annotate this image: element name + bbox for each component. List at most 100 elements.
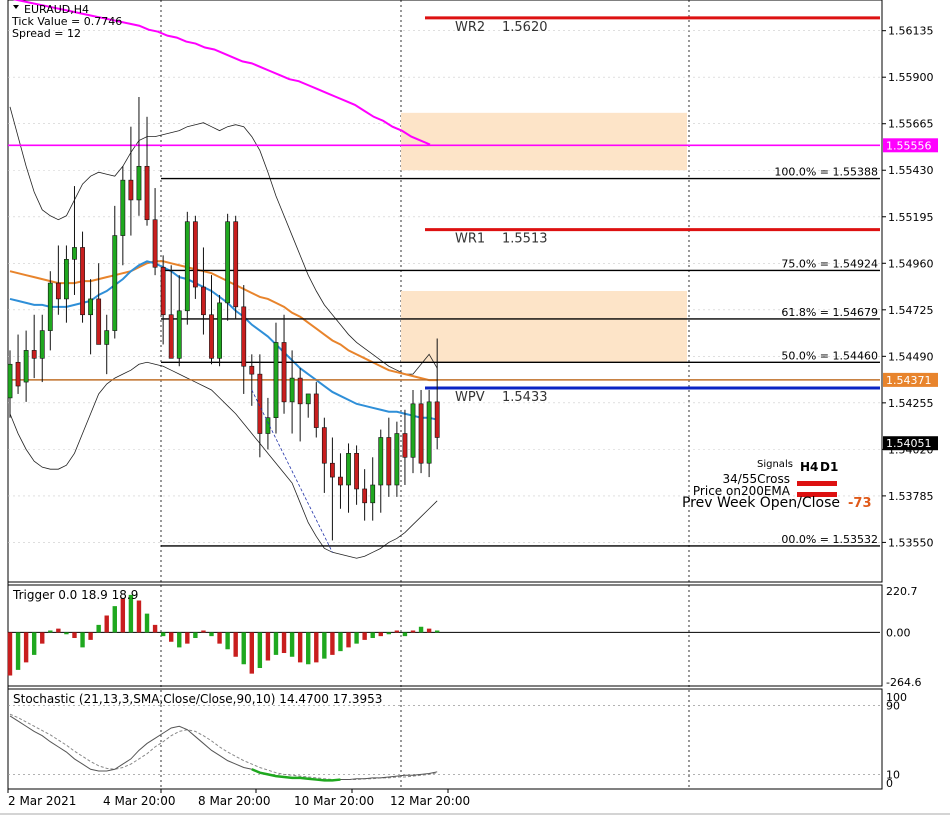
fibonacci-label: 00.0% = 1.53532 bbox=[781, 533, 878, 546]
pivot-name: WPV bbox=[455, 390, 485, 405]
candle-body bbox=[184, 221, 190, 312]
candle-body bbox=[23, 350, 29, 383]
trigger-bar bbox=[120, 598, 126, 633]
trigger-bar bbox=[418, 626, 424, 633]
trigger-bar bbox=[426, 628, 432, 633]
price-tick-label: 1.54960 bbox=[888, 257, 934, 270]
time-tick-label: 10 Mar 20:00 bbox=[294, 794, 374, 808]
trigger-bar bbox=[40, 632, 45, 644]
price-axis: 1.56135 1.55900 1.55665 1.55430 1.55195 1.549… bbox=[882, 25, 934, 549]
trigger-bar bbox=[257, 632, 263, 669]
price-tick-label: 1.55900 bbox=[888, 71, 934, 84]
candle-body bbox=[313, 393, 319, 428]
price-tick-label: 1.54255 bbox=[888, 397, 934, 410]
candle-body bbox=[136, 165, 142, 201]
candle-body bbox=[402, 433, 408, 458]
trigger-bar bbox=[338, 632, 343, 652]
candle-body bbox=[346, 453, 351, 486]
candle-body bbox=[160, 266, 166, 316]
trigger-label: Trigger 0.0 18.9 18.9 bbox=[12, 588, 138, 602]
price-tick-label: 1.54725 bbox=[888, 304, 934, 317]
pivot-value: 1.5513 bbox=[502, 232, 548, 247]
pivot-value: 1.5620 bbox=[502, 20, 548, 35]
trigger-bar bbox=[386, 632, 392, 635]
candle-body bbox=[338, 476, 343, 486]
time-tick-label: 12 Mar 20:00 bbox=[390, 794, 470, 808]
candle-body bbox=[47, 282, 53, 331]
candle-body bbox=[128, 179, 134, 201]
candle-body bbox=[176, 310, 182, 359]
signals-title: Signals bbox=[757, 459, 793, 470]
trigger-pane-frame bbox=[7, 584, 883, 687]
trigger-bar bbox=[394, 630, 400, 633]
trigger-tick-label: 220.7 bbox=[886, 585, 918, 598]
candle-body bbox=[394, 433, 400, 486]
candle-body bbox=[31, 350, 37, 359]
candle-body bbox=[112, 235, 118, 331]
trigger-bar bbox=[249, 632, 254, 674]
candle-body bbox=[273, 342, 279, 418]
trigger-bar bbox=[410, 630, 416, 633]
trading-chart[interactable]: 100.0% = 1.55388 75.0% = 1.54924 61.8% = 1… bbox=[0, 0, 950, 818]
candle-body bbox=[354, 453, 359, 490]
candle-body bbox=[15, 361, 21, 387]
signals-panel: Signals H4 D134/55CrossPrice on200EMAPrev … bbox=[682, 459, 872, 511]
trigger-bar bbox=[241, 632, 246, 665]
candle-body bbox=[233, 221, 239, 308]
stochastic-tick-label: 0 bbox=[886, 777, 893, 790]
trigger-bar bbox=[233, 632, 238, 657]
candle-body bbox=[265, 417, 271, 434]
candle-body bbox=[386, 437, 392, 486]
trigger-bar bbox=[112, 606, 117, 633]
trigger-bar bbox=[48, 630, 53, 633]
stochastic-main-line bbox=[9, 715, 438, 781]
trigger-bar bbox=[346, 632, 351, 648]
candle-body bbox=[120, 179, 126, 236]
stochastic-panel: Stochastic (21,13,3,SMA,Close/Close,90,1… bbox=[8, 691, 907, 790]
collapse-icon[interactable] bbox=[13, 5, 19, 9]
candle-body bbox=[80, 247, 85, 316]
price-tick-label: 1.55195 bbox=[888, 211, 934, 224]
candle-body bbox=[104, 330, 110, 345]
candle-body bbox=[7, 363, 13, 399]
candle-body bbox=[168, 314, 174, 359]
candle-body bbox=[434, 401, 440, 438]
trigger-bar bbox=[434, 630, 440, 633]
trigger-bar bbox=[306, 632, 311, 665]
candle-body bbox=[305, 393, 311, 405]
price-tag-label: 1.54051 bbox=[886, 437, 932, 450]
candle-body bbox=[410, 403, 416, 458]
trigger-bar bbox=[281, 632, 287, 654]
price-tick-label: 1.56135 bbox=[888, 25, 934, 38]
candle-body bbox=[192, 221, 198, 288]
candle-body bbox=[88, 298, 93, 316]
price-tick-label: 1.53785 bbox=[888, 490, 934, 503]
trigger-bar bbox=[297, 632, 303, 663]
info-overlay: EURAUD,H4 Tick Value = 0.7746 Spread = 1… bbox=[11, 3, 122, 40]
candle-body bbox=[144, 165, 150, 221]
trigger-bar bbox=[322, 632, 327, 659]
pivot-name: WR2 bbox=[455, 20, 485, 35]
signals-column-d1: D1 bbox=[820, 460, 838, 474]
price-zone bbox=[401, 112, 687, 171]
candle-body bbox=[55, 282, 61, 300]
candle-body bbox=[152, 219, 158, 268]
candle-body bbox=[217, 302, 222, 359]
candle-body bbox=[289, 377, 295, 403]
trigger-bar bbox=[64, 632, 69, 635]
candle-body bbox=[281, 342, 287, 403]
trigger-tick-label: -264.6 bbox=[886, 676, 921, 689]
stochastic-tick-label: 90 bbox=[886, 700, 900, 713]
trigger-bar bbox=[273, 632, 279, 655]
candle-body bbox=[329, 462, 335, 478]
pivot-name: WR1 bbox=[455, 232, 485, 247]
trigger-bar bbox=[136, 600, 142, 633]
stochastic-oversold-highlight bbox=[251, 768, 341, 782]
trigger-bar bbox=[169, 632, 174, 642]
trigger-bar bbox=[370, 632, 375, 639]
trigger-bar bbox=[7, 632, 13, 676]
candle-body bbox=[209, 314, 214, 359]
time-axis: 2 Mar 2021 4 Mar 20:00 8 Mar 20:00 10 Mar 2… bbox=[0, 789, 950, 815]
time-tick-label: 8 Mar 20:00 bbox=[198, 794, 271, 808]
trigger-bar bbox=[152, 624, 158, 633]
